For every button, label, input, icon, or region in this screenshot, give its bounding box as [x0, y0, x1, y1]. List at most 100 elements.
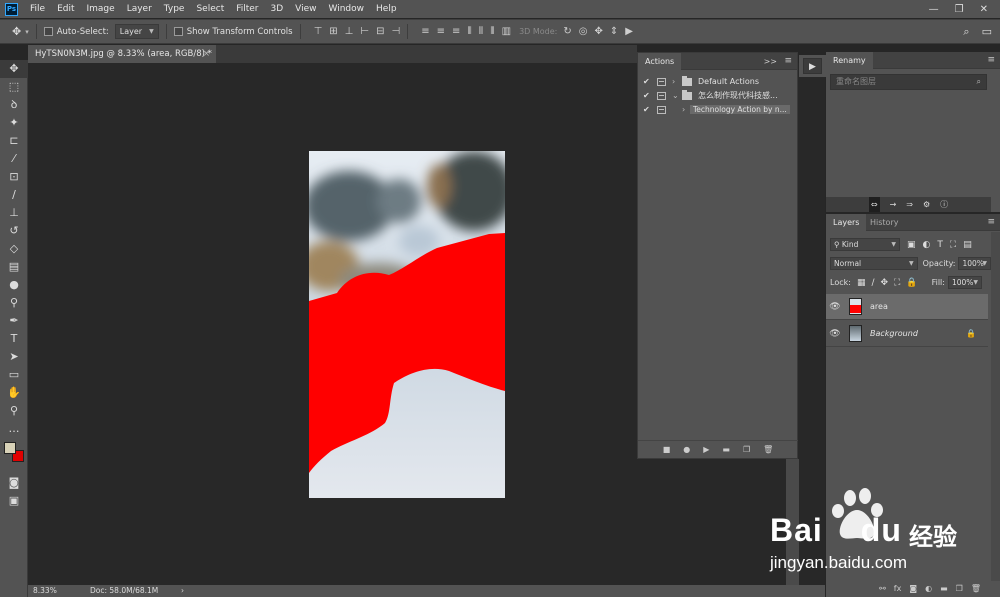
action-set-row[interactable]: ✔ ⌄ 怎么制作现代科技感... [638, 89, 796, 102]
magic-wand-icon[interactable]: ✦ [0, 114, 28, 132]
trash-icon[interactable]: 🗑 [763, 445, 773, 454]
toggle-check-icon[interactable]: ✔ [643, 91, 653, 100]
distribute-top-icon[interactable]: ≡ [421, 26, 429, 37]
auto-align-icon[interactable]: ▥ [502, 26, 511, 37]
workspace-icon[interactable]: ▭ [982, 25, 992, 39]
arrow-right-icon[interactable]: → [890, 197, 897, 212]
record-icon[interactable]: ● [683, 445, 690, 454]
distribute-left-icon[interactable]: ⦀ [467, 26, 471, 37]
eraser-tool-icon[interactable]: ◇ [0, 240, 28, 258]
chevron-down-icon[interactable]: ⌄ [672, 91, 680, 100]
gradient-tool-icon[interactable]: ▤ [0, 258, 28, 276]
dialog-toggle-icon[interactable] [657, 91, 666, 100]
move-tool-icon[interactable]: ✥ [12, 25, 21, 38]
menu-image[interactable]: Image [81, 4, 121, 14]
3d-camera-icon[interactable]: ▶ [625, 26, 633, 37]
menu-edit[interactable]: Edit [51, 4, 80, 14]
quick-mask-icon[interactable]: ◙ [0, 474, 28, 492]
panel-menu-icon[interactable]: ≡ [987, 214, 995, 231]
action-set-row[interactable]: ✔ › Default Actions [638, 75, 796, 88]
menu-layer[interactable]: Layer [121, 4, 158, 14]
menu-3d[interactable]: 3D [265, 4, 290, 14]
layer-row-area[interactable]: 👁 area [826, 294, 988, 320]
auto-select-dropdown[interactable]: Layer ▼ [114, 24, 159, 39]
document-tab[interactable]: HyTSN0N3M.jpg @ 8.33% (area, RGB/8) * × [28, 45, 216, 63]
screen-mode-icon[interactable]: ▣ [0, 492, 28, 510]
search-icon[interactable]: ⌕ [963, 25, 969, 39]
zoom-level[interactable]: 8.33% [33, 585, 57, 597]
lasso-tool-icon[interactable]: ꝺ [0, 96, 28, 114]
tab-renamy[interactable]: Renamy [826, 52, 873, 69]
filter-smart-icon[interactable]: ▤ [963, 240, 972, 250]
filter-pixel-icon[interactable]: ▣ [907, 240, 916, 250]
dialog-toggle-icon[interactable] [657, 77, 666, 86]
panel-menu-icon[interactable]: ≡ [987, 52, 995, 69]
distribute-bottom-icon[interactable]: ≡ [452, 26, 460, 37]
info-icon[interactable]: ⓘ [940, 197, 948, 212]
search-icon[interactable]: ⌕ [977, 75, 981, 89]
new-action-icon[interactable]: ❐ [743, 445, 750, 454]
align-left-icon[interactable]: ⊢ [360, 26, 369, 37]
type-tool-icon[interactable]: T [0, 330, 28, 348]
play-action-icon[interactable]: ▶ [803, 58, 822, 74]
distribute-hcenter-icon[interactable]: ⦀ [479, 26, 483, 37]
lock-position-icon[interactable]: ✥ [881, 278, 889, 288]
3d-orbit-icon[interactable]: ↻ [563, 26, 571, 37]
move-tool-icon[interactable]: ✥ [0, 60, 28, 78]
menu-view[interactable]: View [289, 4, 322, 14]
tab-actions[interactable]: Actions [638, 53, 682, 70]
3d-pan-icon[interactable]: ✥ [594, 26, 602, 37]
transform-controls-checkbox[interactable] [173, 27, 183, 36]
visibility-eye-icon[interactable]: 👁 [826, 302, 844, 312]
align-top-icon[interactable]: ⊤ [314, 26, 323, 37]
layer-name[interactable]: Background [870, 329, 918, 338]
panel-menu-icon[interactable]: ≡ [784, 53, 792, 70]
3d-roll-icon[interactable]: ◎ [579, 26, 588, 37]
chevron-right-icon[interactable]: › [672, 77, 680, 86]
play-icon[interactable]: ▶ [703, 445, 709, 454]
stamp-tool-icon[interactable]: ⊥ [0, 204, 28, 222]
more-tools-icon[interactable]: … [0, 420, 28, 438]
healing-brush-icon[interactable]: ⊡ [0, 168, 28, 186]
crop-tool-icon[interactable]: ⊏ [0, 132, 28, 150]
stop-icon[interactable]: ■ [663, 445, 671, 454]
hand-tool-icon[interactable]: ✋ [0, 384, 28, 402]
collapse-panel-button[interactable]: >> [764, 53, 777, 70]
marquee-tool-icon[interactable]: ⬚ [0, 78, 28, 96]
auto-select-checkbox[interactable] [43, 27, 53, 36]
minimize-button[interactable]: — [929, 4, 939, 15]
settings-icon[interactable]: ⚙ [923, 197, 930, 212]
distribute-vcenter-icon[interactable]: ≡ [437, 26, 445, 37]
visibility-eye-icon[interactable]: 👁 [826, 329, 844, 339]
status-menu-arrow[interactable]: › [181, 585, 184, 597]
toggle-check-icon[interactable]: ✔ [643, 105, 653, 114]
lock-transparency-icon[interactable]: ▦ [857, 278, 866, 288]
close-tab-icon[interactable]: × [203, 45, 210, 63]
toggle-check-icon[interactable]: ✔ [643, 77, 653, 86]
menu-file[interactable]: File [24, 4, 51, 14]
align-right-icon[interactable]: ⊣ [392, 26, 401, 37]
filter-adjustment-icon[interactable]: ◐ [923, 240, 931, 250]
align-bottom-icon[interactable]: ⊥ [345, 26, 354, 37]
distribute-right-icon[interactable]: ⦀ [490, 26, 494, 37]
filter-type-icon[interactable]: T [937, 240, 943, 250]
menu-select[interactable]: Select [190, 4, 230, 14]
filter-shape-icon[interactable]: ⛶ [950, 240, 956, 250]
history-brush-icon[interactable]: ↺ [0, 222, 28, 240]
blend-mode-dropdown[interactable]: Normal ▼ [830, 257, 918, 270]
tab-history[interactable]: History [863, 214, 905, 231]
lock-pixels-icon[interactable]: ∕ [871, 278, 874, 288]
layer-row-background[interactable]: 👁 Background 🔒 [826, 321, 988, 347]
foreground-color-swatch[interactable] [4, 442, 16, 454]
blur-tool-icon[interactable]: ● [0, 276, 28, 294]
lock-all-icon[interactable]: 🔒 [906, 278, 917, 288]
tab-layers[interactable]: Layers [826, 214, 867, 231]
chevron-right-icon[interactable]: › [682, 105, 690, 114]
restore-button[interactable]: ❐ [955, 4, 964, 15]
filter-kind-dropdown[interactable]: ⚲ Kind ▼ [830, 238, 900, 251]
menu-filter[interactable]: Filter [230, 4, 264, 14]
tool-preset-caret-icon[interactable]: ▾ [25, 28, 29, 36]
eyedropper-icon[interactable]: ⁄ [0, 150, 28, 168]
document-image[interactable] [309, 151, 505, 498]
lock-artboard-icon[interactable]: ⛶ [894, 278, 900, 288]
